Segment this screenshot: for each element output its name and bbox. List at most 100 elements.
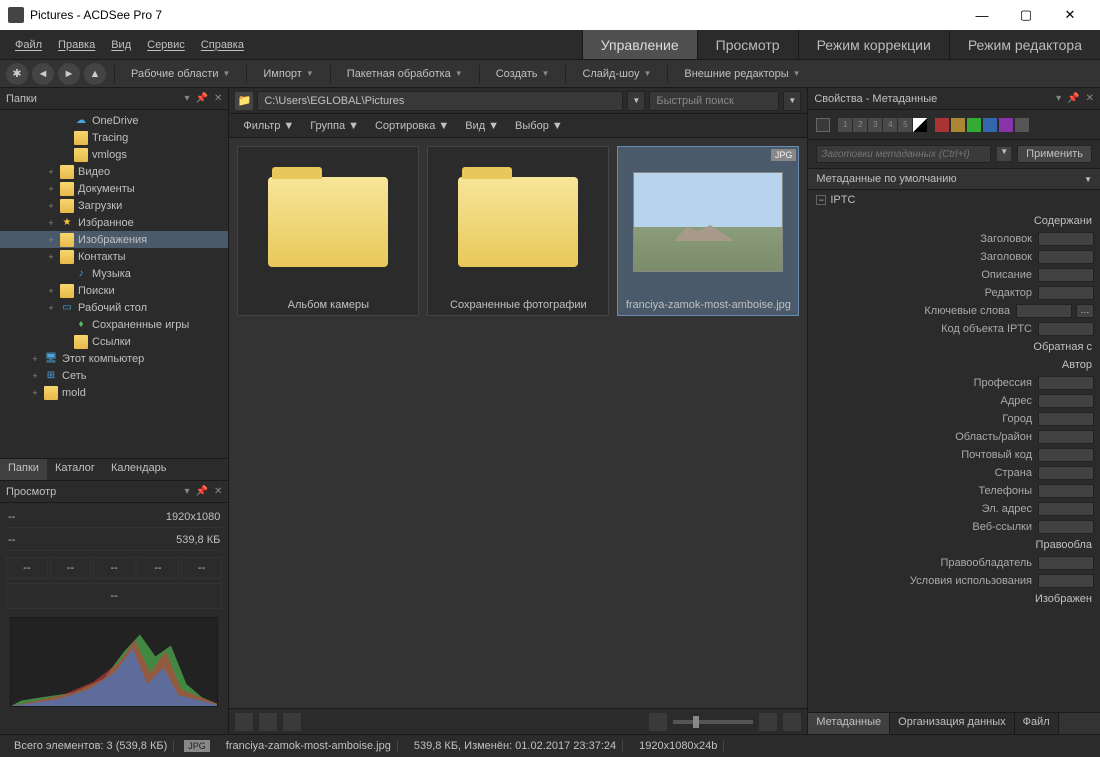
metadata-input[interactable] [1038, 448, 1094, 462]
apply-button[interactable]: Применить [1017, 145, 1092, 163]
tag-checkbox[interactable] [816, 118, 830, 132]
tree-item[interactable]: +★Избранное [0, 214, 228, 231]
color-blue[interactable] [983, 118, 997, 132]
metadata-input[interactable] [1038, 394, 1094, 408]
more-button[interactable]: … [1076, 304, 1094, 318]
metadata-input[interactable] [1038, 484, 1094, 498]
tree-item[interactable]: +Изображения [0, 231, 228, 248]
metadata-input[interactable] [1038, 502, 1094, 516]
metadata-input[interactable] [1016, 304, 1072, 318]
rating-4[interactable]: 4 [883, 118, 897, 132]
menu-edit[interactable]: Правка [51, 35, 102, 55]
panel-menu-icon[interactable]: ▾ [184, 93, 189, 104]
metadata-preset-input[interactable] [816, 145, 991, 163]
metadata-input[interactable] [1038, 250, 1094, 264]
tree-item[interactable]: +Поиски [0, 282, 228, 299]
zoom-slider[interactable] [673, 720, 753, 724]
rotate-right-icon[interactable] [259, 713, 277, 731]
thumbnail-grid[interactable]: Альбом камеры Сохраненные фотографии JPG… [229, 138, 807, 708]
path-dropdown-icon[interactable]: ▼ [627, 91, 645, 111]
metadata-input[interactable] [1038, 466, 1094, 480]
maximize-button[interactable]: ▢ [1004, 0, 1048, 30]
path-input[interactable]: C:\Users\EGLOBAL\Pictures [257, 91, 623, 111]
tab-catalog[interactable]: Каталог [47, 459, 103, 480]
nav-forward-icon[interactable]: ► [58, 63, 80, 85]
tab-metadata[interactable]: Метаданные [808, 713, 890, 734]
search-dropdown-icon[interactable]: ▼ [783, 91, 801, 111]
menu-view[interactable]: Вид [104, 35, 138, 55]
rotate-left-icon[interactable] [235, 713, 253, 731]
rating-clear[interactable] [913, 118, 927, 132]
nav-back-icon[interactable]: ◄ [32, 63, 54, 85]
mode-manage[interactable]: Управление [582, 30, 697, 59]
view-mode-icon[interactable] [783, 713, 801, 731]
zoom-in-icon[interactable] [759, 713, 777, 731]
view-dropdown[interactable]: Вид▼ [459, 118, 505, 134]
color-red[interactable] [935, 118, 949, 132]
zoom-out-icon[interactable] [649, 713, 667, 731]
rating-5[interactable]: 5 [898, 118, 912, 132]
tree-item[interactable]: +Видео [0, 163, 228, 180]
group-dropdown[interactable]: Группа▼ [304, 118, 365, 134]
folder-icon[interactable]: 📁 [235, 92, 253, 110]
tab-folders[interactable]: Папки [0, 459, 47, 480]
nav-up-icon[interactable]: ▲ [84, 63, 106, 85]
tree-item[interactable]: Tracing [0, 129, 228, 146]
tree-item[interactable]: +🖥Этот компьютер [0, 350, 228, 367]
metadata-input[interactable] [1038, 376, 1094, 390]
metadata-input[interactable] [1038, 322, 1094, 336]
toolbar-workspaces[interactable]: Рабочие области▼ [123, 65, 238, 83]
tree-item[interactable]: vmlogs [0, 146, 228, 163]
color-green[interactable] [967, 118, 981, 132]
toolbar-import[interactable]: Импорт▼ [255, 65, 321, 83]
metadata-input[interactable] [1038, 232, 1094, 246]
metadata-input[interactable] [1038, 574, 1094, 588]
metadata-input[interactable] [1038, 286, 1094, 300]
tree-item[interactable]: +Документы [0, 180, 228, 197]
menu-help[interactable]: Справка [194, 35, 251, 55]
tree-item[interactable]: +Контакты [0, 248, 228, 265]
toolbar-external[interactable]: Внешние редакторы▼ [676, 65, 808, 83]
color-purple[interactable] [999, 118, 1013, 132]
sort-dropdown[interactable]: Сортировка▼ [369, 118, 455, 134]
toolbar-batch[interactable]: Пакетная обработка▼ [339, 65, 471, 83]
preset-dropdown-icon[interactable]: ▼ [997, 147, 1011, 161]
panel-pin-icon[interactable]: 📌 [196, 93, 208, 104]
mode-view[interactable]: Просмотр [697, 30, 798, 59]
menu-file[interactable]: Файл [8, 35, 49, 55]
metadata-input[interactable] [1038, 520, 1094, 534]
metadata-input[interactable] [1038, 556, 1094, 570]
tab-organization[interactable]: Организация данных [890, 713, 1015, 734]
toolbar-slideshow[interactable]: Слайд-шоу▼ [574, 65, 659, 83]
tree-item[interactable]: ♪Музыка [0, 265, 228, 282]
color-orange[interactable] [951, 118, 965, 132]
quick-search-input[interactable]: Быстрый поиск [649, 91, 779, 111]
tree-item[interactable]: ♦Сохраненные игры [0, 316, 228, 333]
tab-file[interactable]: Файл [1015, 713, 1059, 734]
menu-service[interactable]: Сервис [140, 35, 192, 55]
folder-tree[interactable]: ☁OneDriveTracingvmlogs+Видео+Документы+З… [0, 110, 228, 458]
tab-calendar[interactable]: Календарь [103, 459, 175, 480]
metadata-input[interactable] [1038, 268, 1094, 282]
thumb-image-selected[interactable]: JPG franciya-zamok-most-amboise.jpg [617, 146, 799, 316]
metadata-default-dropdown[interactable]: Метаданные по умолчанию▼ [808, 168, 1100, 190]
toolbar-create[interactable]: Создать▼ [488, 65, 558, 83]
rating-2[interactable]: 2 [853, 118, 867, 132]
minimize-button[interactable]: — [960, 0, 1004, 30]
iptc-section-header[interactable]: − IPTC [808, 190, 1100, 210]
rating-1[interactable]: 1 [838, 118, 852, 132]
metadata-input[interactable] [1038, 412, 1094, 426]
tree-item[interactable]: +Загрузки [0, 197, 228, 214]
nav-new-icon[interactable]: ✱ [6, 63, 28, 85]
panel-close-icon[interactable]: ✕ [214, 93, 222, 104]
rating-3[interactable]: 3 [868, 118, 882, 132]
tool-icon[interactable] [283, 713, 301, 731]
collapse-icon[interactable]: − [816, 195, 826, 205]
tree-item[interactable]: +mold [0, 384, 228, 401]
tree-item[interactable]: Ссылки [0, 333, 228, 350]
color-none[interactable] [1015, 118, 1029, 132]
thumb-folder-album[interactable]: Альбом камеры [237, 146, 419, 316]
mode-editor[interactable]: Режим редактора [949, 30, 1100, 59]
close-button[interactable]: ✕ [1048, 0, 1092, 30]
filter-dropdown[interactable]: Фильтр▼ [237, 118, 300, 134]
